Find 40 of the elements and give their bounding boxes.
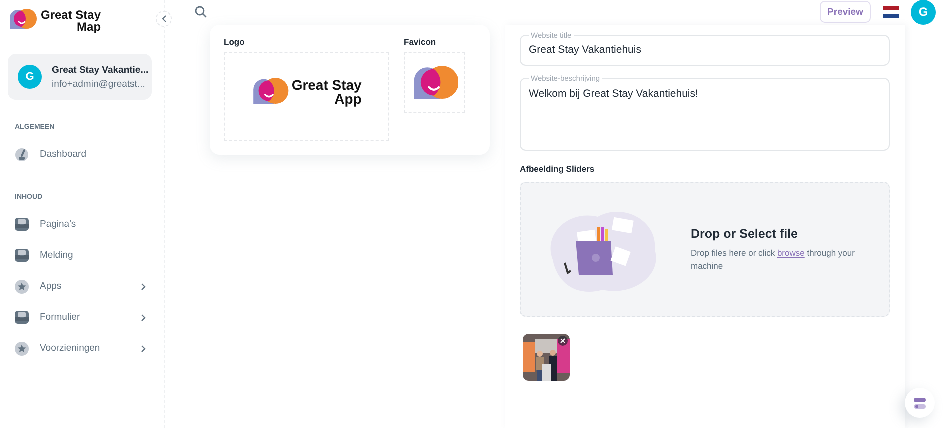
dropzone-title: Drop or Select file <box>691 226 799 240</box>
nav-item[interactable]: Formulier <box>0 302 164 333</box>
favicon-label: Favicon <box>404 37 438 47</box>
star-icon <box>15 280 29 294</box>
account-email: info+admin@greatst... <box>52 78 146 90</box>
brand-logo-icon <box>8 9 37 29</box>
preview-button[interactable]: Preview <box>820 1 871 23</box>
collapse-button[interactable] <box>156 11 172 27</box>
brand-logo-icon <box>251 78 289 104</box>
inbox-icon <box>15 218 29 231</box>
avatar: G <box>18 65 42 89</box>
textarea-input[interactable]: Welkom bij Great Stay Vakantiehuis! <box>529 83 881 143</box>
account-name: Great Stay Vakantie... <box>52 64 149 76</box>
inbox-icon <box>15 311 29 324</box>
brand-name: Great Stay <box>41 9 102 21</box>
logo-label: Logo <box>224 37 246 47</box>
nav-item[interactable]: Dashboard <box>0 139 164 170</box>
logo-preview[interactable]: Great Stay App <box>224 52 389 141</box>
logo-text: Great Stay <box>292 78 362 92</box>
gauge-icon <box>15 148 29 162</box>
toggle-icon <box>914 398 926 408</box>
dropzone[interactable]: Drop or Select file Drop files here or click browse through your machine <box>520 182 890 317</box>
browse-link[interactable]: browse <box>777 248 805 258</box>
text-input[interactable]: Great Stay Vakantiehuis <box>529 41 881 56</box>
section-heading: Afbeelding Sliders <box>520 164 596 174</box>
brand-name: Map <box>77 21 102 33</box>
inbox-icon <box>15 249 29 262</box>
nav-item[interactable]: Apps <box>0 271 164 302</box>
star-icon <box>15 342 29 356</box>
dropzone-hint: Drop files here or click browse through your machine <box>691 246 856 272</box>
nav-item[interactable]: Pagina's <box>0 209 164 240</box>
account-card[interactable]: G Great Stay Vakantie... info+admin@greatst... <box>8 54 152 100</box>
flag-icon[interactable] <box>883 6 899 18</box>
chevron-left-icon <box>162 15 166 23</box>
logo-text: App <box>334 92 362 106</box>
search-icon[interactable] <box>195 6 207 18</box>
nav-item[interactable]: Voorzieningen <box>0 333 164 364</box>
favicon-preview[interactable] <box>404 52 465 113</box>
nav-item[interactable]: Melding <box>0 240 164 271</box>
settings-button[interactable] <box>905 388 935 418</box>
